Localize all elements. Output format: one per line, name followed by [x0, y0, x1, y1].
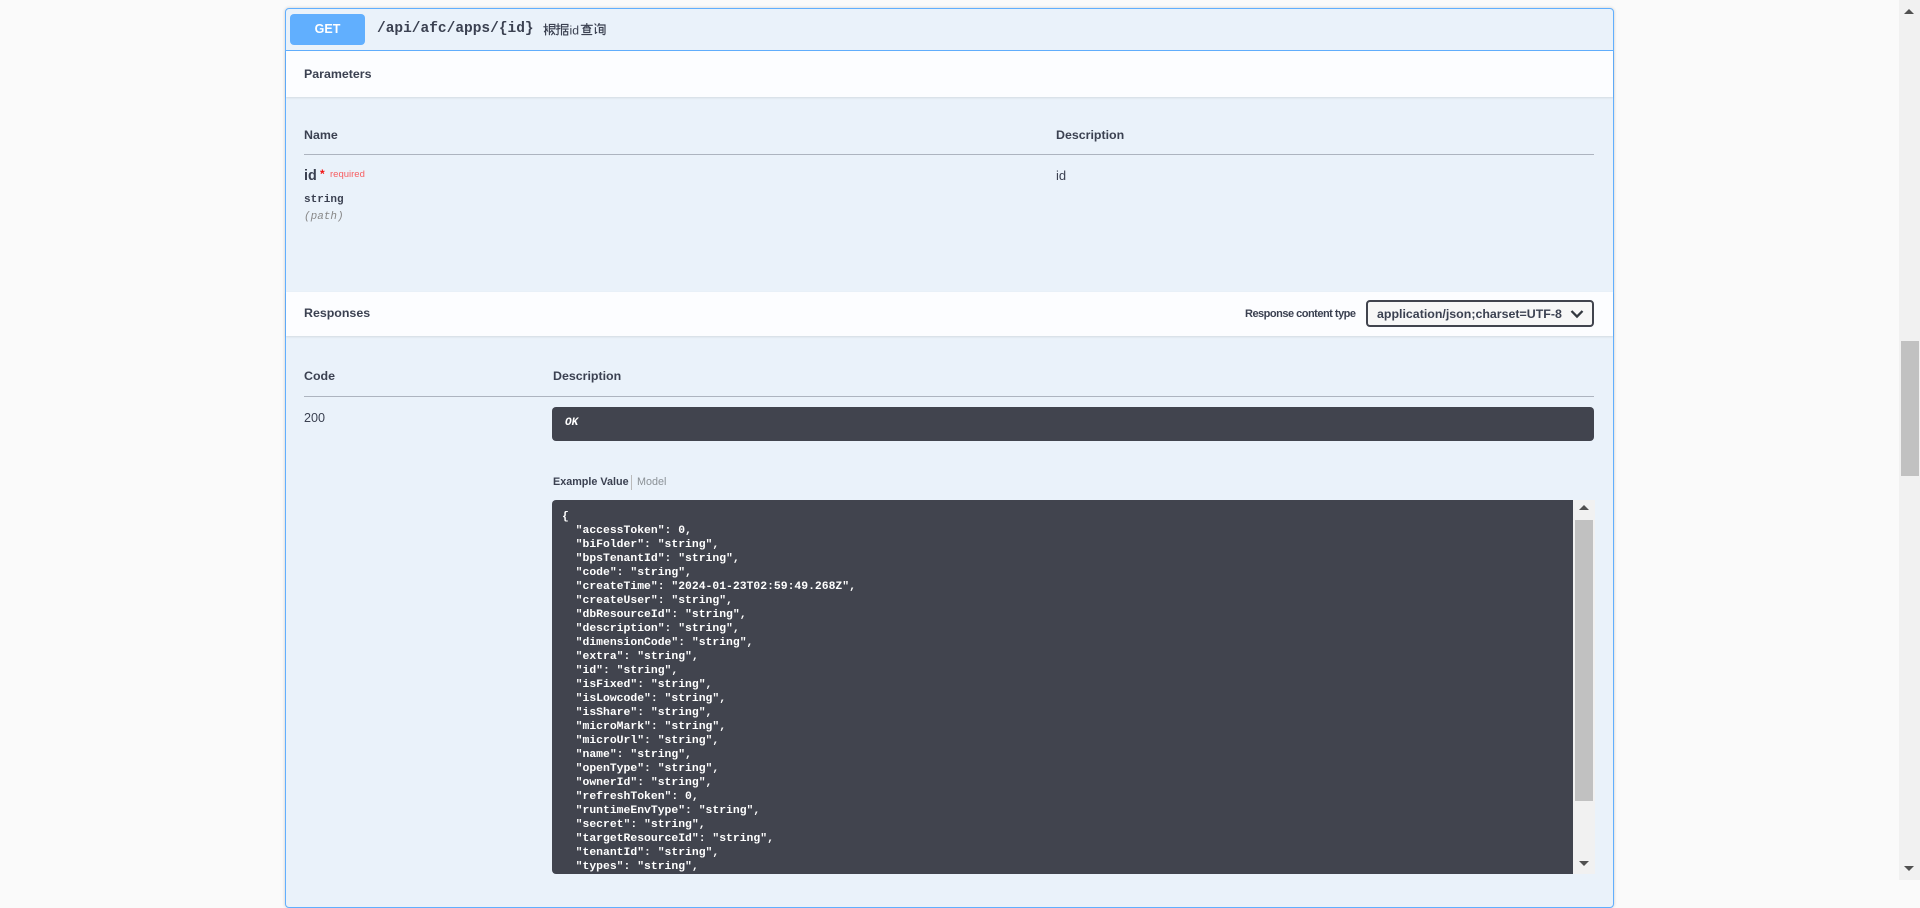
svg-text:id: id [570, 23, 580, 37]
